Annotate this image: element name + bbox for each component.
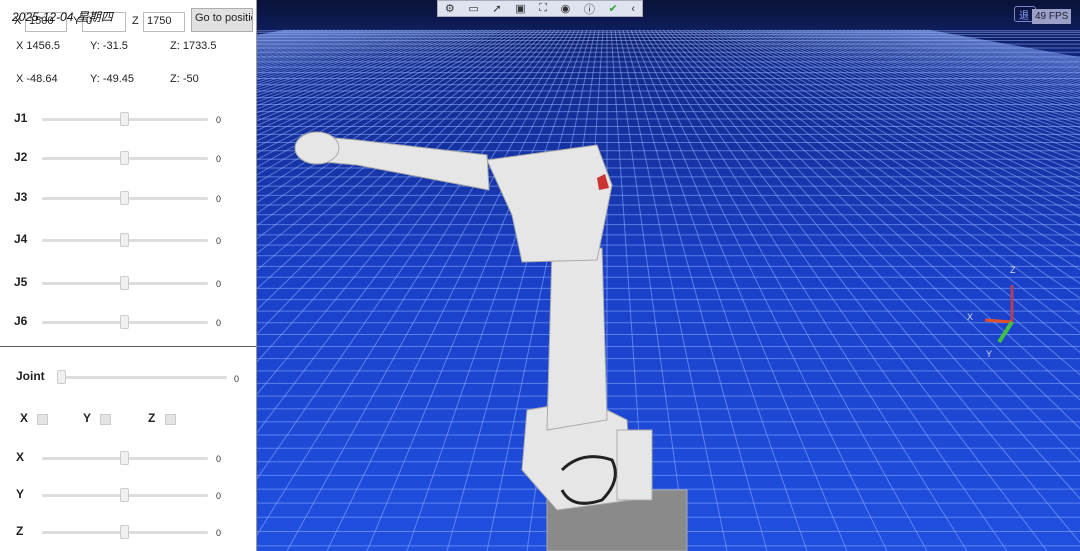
- target-z-input[interactable]: 1750: [143, 12, 185, 32]
- offset-y-value: 0: [216, 491, 222, 501]
- joint-4-value: 0: [216, 236, 222, 246]
- position-y: Y: -31.5: [90, 40, 128, 52]
- joint-6-value: 0: [216, 318, 222, 328]
- joint-2-thumb[interactable]: [120, 151, 129, 165]
- orientation-x: X -48.64: [16, 73, 58, 85]
- axis-x-checkbox[interactable]: [37, 414, 48, 425]
- jog-panel: Joint 0 X Y Z X 0 Y 0 Z 0: [0, 347, 257, 551]
- axis-y-checkbox[interactable]: [100, 414, 111, 425]
- datetime-overlay: 2025-12-04 星期四: [12, 10, 113, 24]
- joint-1-thumb[interactable]: [120, 112, 129, 126]
- joint-5-thumb[interactable]: [120, 276, 129, 290]
- gizmo-z-label: Z: [1010, 265, 1016, 275]
- joint-selector-slider[interactable]: [60, 376, 227, 379]
- frame-icon[interactable]: ▣: [515, 2, 525, 15]
- position-x: X 1456.5: [16, 40, 61, 52]
- 3d-viewport[interactable]: Z X Y: [257, 0, 1080, 551]
- accessibility-icon[interactable]: ⓘ: [584, 1, 595, 17]
- axis-z-check-label: Z: [148, 411, 156, 425]
- axis-y-check-label: Y: [83, 411, 92, 425]
- orientation-z: Z: -50: [170, 73, 199, 85]
- video-icon[interactable]: ▭: [468, 2, 478, 15]
- offset-z-value: 0: [216, 528, 222, 538]
- settings-icon[interactable]: ⚙: [445, 2, 455, 15]
- position-z: Z: 1733.5: [170, 40, 217, 52]
- fps-counter: 49 FPS: [1032, 9, 1072, 24]
- offset-z-thumb[interactable]: [120, 525, 129, 539]
- joint-6-label: J6: [14, 314, 28, 328]
- 3d-scene[interactable]: [257, 0, 1080, 551]
- gizmo-y-label: Y: [986, 349, 993, 359]
- joint-1-value: 0: [216, 115, 222, 125]
- floating-toolbar: ⚙ ▭ ➚ ▣ ⛶ ◉ ⓘ ✔ ‹: [437, 0, 643, 17]
- axis-z-checkbox[interactable]: [165, 414, 176, 425]
- gizmo-x-label: X: [967, 312, 974, 322]
- offset-y-thumb[interactable]: [120, 488, 129, 502]
- joint-6-thumb[interactable]: [120, 315, 129, 329]
- pointer-icon[interactable]: ➚: [492, 2, 501, 15]
- offset-z-label: Z: [16, 524, 24, 538]
- select-icon[interactable]: ⛶: [539, 2, 547, 15]
- joint-2-value: 0: [216, 154, 222, 164]
- offset-x-value: 0: [216, 454, 222, 464]
- offset-x-label: X: [16, 450, 25, 464]
- check-icon[interactable]: ✔: [609, 2, 618, 15]
- joint-3-thumb[interactable]: [120, 191, 129, 205]
- joint-5-label: J5: [14, 275, 28, 289]
- joint-selector-thumb[interactable]: [57, 370, 66, 384]
- axis-x-check-label: X: [20, 411, 29, 425]
- joint-1-label: J1: [14, 111, 28, 125]
- joint-selector-value: 0: [234, 374, 240, 384]
- orientation-y: Y: -49.45: [90, 73, 135, 85]
- joint-4-label: J4: [14, 232, 28, 246]
- joint-4-thumb[interactable]: [120, 233, 129, 247]
- control-panel: 2025-12-04 星期四 X 1500 Y 0 Z 1750 Go to p…: [0, 0, 257, 347]
- offset-y-label: Y: [16, 487, 25, 501]
- record-icon[interactable]: ◉: [561, 2, 571, 15]
- joint-3-label: J3: [14, 190, 28, 204]
- joint-5-value: 0: [216, 279, 222, 289]
- joint-2-label: J2: [14, 150, 28, 164]
- offset-x-thumb[interactable]: [120, 451, 129, 465]
- collapse-icon[interactable]: ‹: [631, 3, 635, 15]
- target-z-label: Z: [132, 15, 139, 27]
- go-to-position-button[interactable]: Go to position: [191, 8, 253, 32]
- joint-3-value: 0: [216, 194, 222, 204]
- joint-selector-label: Joint: [16, 369, 45, 383]
